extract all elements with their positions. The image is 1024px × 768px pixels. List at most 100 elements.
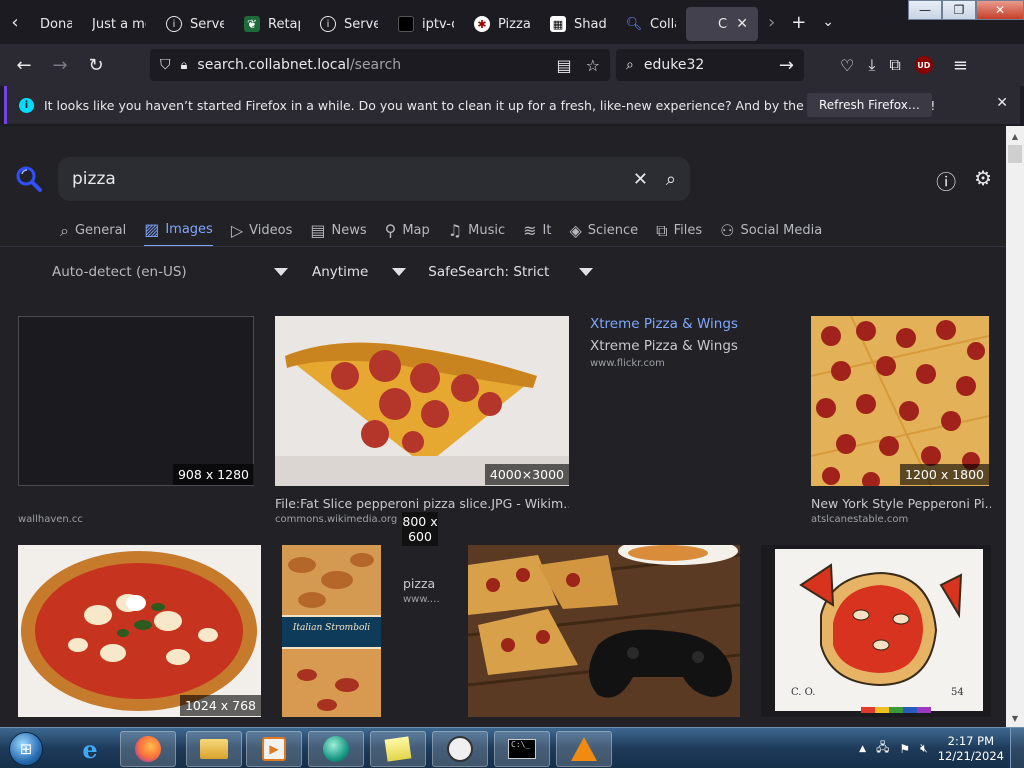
tab-social-media[interactable]: ⚇ Social Media	[720, 220, 822, 247]
pizza-drawing-thumbnail[interactable]: C. O. 54	[761, 545, 991, 717]
leaf-icon: ❦	[244, 16, 260, 32]
search-input[interactable]: pizza ✕ ⌕	[58, 157, 690, 201]
tab-general[interactable]: ⌕ General	[60, 220, 126, 247]
image-dimensions: 4000×3000	[484, 464, 569, 485]
media-player-icon[interactable]: ▶	[246, 731, 302, 767]
tab-it[interactable]: ≋ It	[523, 220, 551, 247]
shield-icon[interactable]: ⛉	[160, 57, 171, 73]
search-submit-icon[interactable]: ⌕	[666, 169, 676, 190]
start-button[interactable]: ⊞	[4, 728, 48, 768]
internet-explorer-icon[interactable]: e	[62, 731, 118, 767]
action-center-flag-icon[interactable]: ⚑	[899, 742, 910, 756]
refresh-firefox-button[interactable]: Refresh Firefox…	[807, 93, 932, 117]
image-result[interactable]: 1200 x 1800 New York Style Pepperoni Pi……	[811, 316, 991, 528]
reload-button[interactable]: ↻	[78, 49, 114, 81]
forward-button[interactable]: →	[42, 49, 78, 81]
firefox-taskbar-icon[interactable]	[120, 731, 176, 767]
safesearch-select[interactable]: SafeSearch: Strict	[428, 264, 594, 280]
file-explorer-icon[interactable]	[186, 731, 242, 767]
language-select[interactable]: Auto-detect (en-US)	[52, 264, 288, 280]
tab-6[interactable]: ✱Pizza_	[464, 7, 540, 41]
image-result[interactable]: 4000×3000 File:Fat Slice pepperoni pizza…	[275, 316, 569, 528]
about-info-icon[interactable]: ⓘ	[936, 166, 956, 195]
menu-hamburger-icon[interactable]: ≡	[953, 55, 968, 76]
result-title[interactable]: New York Style Pepperoni Pi…	[811, 496, 991, 511]
image-result[interactable]: 1024 x 768	[18, 545, 261, 725]
tab-active[interactable]: Co✕	[686, 7, 758, 41]
url-bar[interactable]: ⛉ 🔒︎ search.collabnet.local/search ▤ ☆	[150, 49, 610, 81]
vlc-icon[interactable]	[556, 731, 612, 767]
pizza-slice-thumbnail[interactable]	[275, 316, 569, 486]
new-tab-button[interactable]: +	[791, 12, 806, 33]
sticky-notes-icon[interactable]	[370, 731, 426, 767]
back-button[interactable]: ←	[6, 49, 42, 81]
result-thumbnail[interactable]	[18, 316, 254, 486]
command-prompt-icon[interactable]: C:\_	[494, 731, 550, 767]
pizza-and-controller-thumbnail[interactable]	[468, 545, 740, 717]
tab-4[interactable]: iServer	[310, 7, 388, 41]
close-notification-icon[interactable]: ✕	[996, 95, 1008, 111]
reader-view-icon[interactable]: ▤	[557, 56, 572, 75]
show-hidden-icons-icon[interactable]: ▲	[859, 744, 866, 754]
result-title[interactable]: File:Fat Slice pepperoni pizza slice.JPG…	[275, 496, 569, 511]
image-result[interactable]: Italian Stromboli	[282, 545, 381, 725]
tab-7[interactable]: ▦Shado	[540, 7, 616, 41]
list-all-tabs-button[interactable]: ⌄	[822, 14, 834, 30]
clock[interactable]: 2:17 PM 12/21/2024	[938, 734, 1004, 764]
result-subtitle: Xtreme Pizza & Wings	[590, 338, 738, 354]
tab-videos[interactable]: ▷ Videos	[231, 220, 293, 247]
teal-app-icon[interactable]	[308, 731, 364, 767]
show-desktop-button[interactable]	[1010, 728, 1024, 768]
clear-search-icon[interactable]: ✕	[633, 169, 648, 190]
search-go-arrow-icon[interactable]: →	[779, 55, 794, 76]
image-result[interactable]	[468, 545, 740, 725]
tab-news[interactable]: ▤ News	[310, 220, 366, 247]
tab-scroll-left-button[interactable]: ‹	[0, 0, 30, 44]
network-icon[interactable]: 🖧︎	[876, 738, 889, 759]
tab-2[interactable]: iServer	[156, 7, 234, 41]
tab-scroll-right-button[interactable]: ›	[768, 12, 775, 33]
volume-muted-icon[interactable]: 🔇︎	[920, 741, 928, 756]
tab-science[interactable]: ◈ Science	[569, 220, 638, 247]
lock-icon[interactable]: 🔒︎	[181, 58, 188, 73]
result-title[interactable]: pizza	[403, 576, 435, 591]
time-range-select[interactable]: Anytime	[312, 264, 407, 280]
tab-5[interactable]: iptv-o	[388, 7, 464, 41]
margherita-pizza-thumbnail[interactable]	[18, 545, 261, 717]
window-close-button[interactable]: ✕	[976, 0, 1024, 20]
searxng-logo-icon[interactable]	[14, 164, 44, 194]
info-icon: i	[19, 97, 34, 113]
web-search-bar[interactable]: ⌕ eduke32 →	[616, 49, 804, 81]
tab-8[interactable]: 🔍︎Collab	[616, 7, 686, 41]
image-dimensions: 800 x 600	[402, 512, 438, 546]
app-circle-icon[interactable]	[432, 731, 488, 767]
minimize-button[interactable]: —	[908, 0, 942, 20]
restore-button[interactable]: ❐	[942, 0, 976, 20]
close-tab-icon[interactable]: ✕	[736, 16, 748, 32]
ublock-icon[interactable]: UD	[914, 56, 933, 74]
page-scrollbar[interactable]	[1006, 126, 1024, 727]
downloads-icon[interactable]: ⤓	[868, 55, 875, 75]
image-result[interactable]: 800 x 600 pizza www.…	[402, 512, 448, 605]
scrollbar-thumb[interactable]	[1008, 145, 1022, 163]
image-result[interactable]: Xtreme Pizza & Wings Xtreme Pizza & Wing…	[590, 316, 790, 376]
result-title[interactable]: Xtreme Pizza & Wings	[590, 316, 738, 332]
scroll-down-arrow-icon[interactable]: ▼	[1006, 710, 1024, 726]
pepperoni-pizza-thumbnail[interactable]	[811, 316, 989, 486]
preferences-gear-icon[interactable]: ⚙	[974, 166, 992, 195]
tab-1[interactable]: Just a mo	[82, 7, 156, 41]
image-result[interactable]: 908 x 1280 wallhaven.cc	[18, 316, 254, 528]
tab-music[interactable]: ♫ Music	[448, 220, 505, 247]
tab-0[interactable]: Donat	[30, 7, 82, 41]
tab-images[interactable]: ▨ Images	[144, 220, 213, 247]
scroll-up-arrow-icon[interactable]: ▲	[1006, 128, 1024, 144]
pocket-icon[interactable]: ♡	[840, 56, 854, 75]
image-result[interactable]: C. O. 54	[761, 545, 991, 725]
tab-3[interactable]: ❦Retap	[234, 7, 310, 41]
tab-map[interactable]: ⚲ Map	[385, 220, 430, 247]
navigation-toolbar: ← → ↻ ⛉ 🔒︎ search.collabnet.local/search…	[0, 44, 1024, 86]
bookmark-star-icon[interactable]: ☆	[586, 56, 600, 75]
tab-files[interactable]: ⧉ Files	[656, 220, 702, 247]
extensions-icon[interactable]: ⧉	[889, 55, 900, 75]
info-icon: i	[320, 16, 336, 32]
